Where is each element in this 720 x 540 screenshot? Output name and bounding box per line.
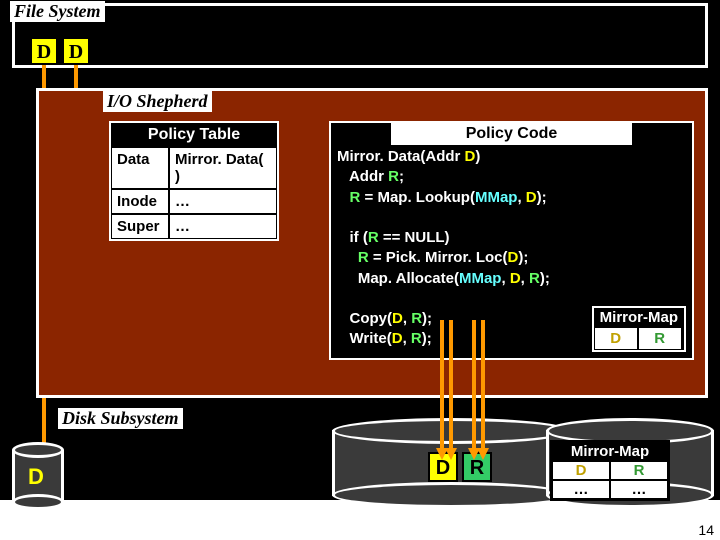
mirror-map-d: D <box>594 327 638 350</box>
code-line: if (R == NULL) <box>331 228 692 248</box>
code-line: Map. Allocate(MMap, D, R); <box>331 269 692 289</box>
table-row: Inode … <box>111 189 277 214</box>
disk-d-label: D <box>28 464 44 490</box>
code-line: R = Pick. Mirror. Loc(D); <box>331 248 692 268</box>
slide-number: 14 <box>698 522 714 538</box>
file-system-label: File System <box>10 1 105 22</box>
arrow-to-r-2-head <box>477 448 489 460</box>
arrow-to-d <box>440 320 444 450</box>
code-line: Mirror. Data(Addr D) <box>331 147 692 167</box>
disk-subsystem-label: Disk Subsystem <box>58 408 183 429</box>
arrow-to-r-2 <box>481 320 485 450</box>
mirror-map-dots: … <box>552 480 610 499</box>
mirror-map-bottom: Mirror-Map D R … … <box>550 440 670 501</box>
ptable-val: Mirror. Data( ) <box>169 147 277 189</box>
ptable-key: Inode <box>111 189 169 214</box>
mirror-map-r: R <box>638 327 682 350</box>
mirror-map-r: R <box>610 461 668 480</box>
mirror-map-d: D <box>552 461 610 480</box>
arrow-to-r <box>472 320 476 450</box>
ptable-val: … <box>169 189 277 214</box>
shepherd-label: I/O Shepherd <box>103 91 212 112</box>
file-system-box <box>12 3 708 68</box>
policy-table-title: Policy Table <box>111 123 277 147</box>
shepherd-box: I/O Shepherd Policy Table Data Mirror. D… <box>36 88 708 398</box>
policy-code-title: Policy Code <box>391 123 632 145</box>
arrow-to-d-2 <box>449 320 453 450</box>
fs-block-d-1: D <box>30 37 58 65</box>
policy-code-box: Policy Code Mirror. Data(Addr D) Addr R;… <box>329 121 694 360</box>
code-blank <box>331 208 692 228</box>
code-line: R = Map. Lookup(MMap, D); <box>331 188 692 208</box>
mirror-map-bottom-title: Mirror-Map <box>552 442 668 461</box>
mirror-map-inline: Mirror-Map D R <box>592 306 686 352</box>
code-line: Addr R; <box>331 167 692 187</box>
fs-block-d-2: D <box>62 37 90 65</box>
ptable-key: Data <box>111 147 169 189</box>
mirror-map-title: Mirror-Map <box>594 308 684 327</box>
table-row: Data Mirror. Data( ) <box>111 147 277 189</box>
table-row: Super … <box>111 214 277 239</box>
ptable-val: … <box>169 214 277 239</box>
ptable-key: Super <box>111 214 169 239</box>
arrow-to-d-2-head <box>445 448 457 460</box>
mirror-map-dots: … <box>610 480 668 499</box>
policy-table: Policy Table Data Mirror. Data( ) Inode … <box>109 121 279 241</box>
